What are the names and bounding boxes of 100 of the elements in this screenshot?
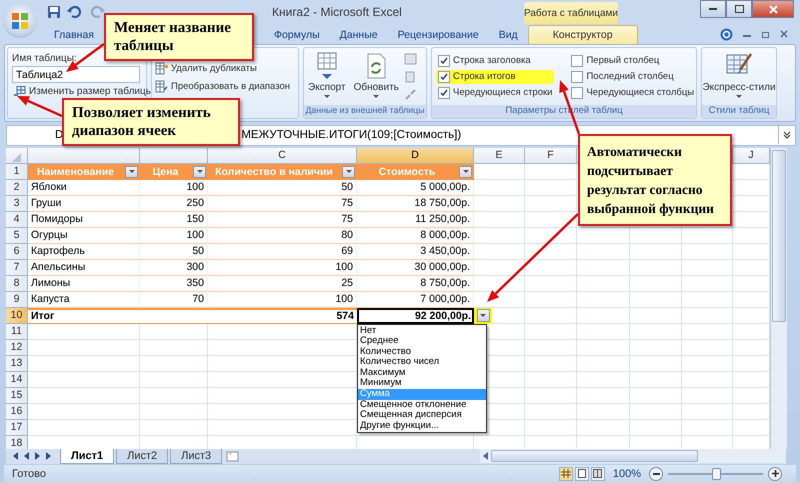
checkbox[interactable] bbox=[438, 70, 450, 82]
page-layout-button[interactable] bbox=[574, 466, 589, 481]
row-header[interactable]: 4 bbox=[6, 212, 28, 228]
row-header[interactable]: 7 bbox=[6, 260, 28, 276]
dropdown-item[interactable]: Другие функции... bbox=[358, 420, 486, 432]
dropdown-button[interactable] bbox=[474, 308, 492, 324]
table-cell: 80 bbox=[208, 228, 357, 244]
checkbox[interactable] bbox=[571, 86, 584, 98]
dropdown-item[interactable]: Количество чисел bbox=[358, 357, 486, 368]
row-header[interactable]: 18 bbox=[6, 436, 28, 448]
checkbox[interactable] bbox=[571, 70, 584, 82]
callout-note: Автоматически подсчитывает результат согласно выбранной функции bbox=[578, 134, 732, 226]
row-header[interactable]: 6 bbox=[6, 244, 28, 260]
restore-icon[interactable] bbox=[761, 30, 770, 38]
dropdown-item[interactable]: Минимум bbox=[358, 378, 486, 390]
row-header[interactable]: 3 bbox=[6, 196, 28, 212]
table-cell: 25 bbox=[208, 276, 357, 292]
table-cell: 11 250,00р. bbox=[357, 212, 474, 228]
zoom-out-button[interactable] bbox=[649, 466, 663, 481]
checkbox[interactable] bbox=[571, 54, 584, 66]
close-icon[interactable] bbox=[780, 30, 788, 38]
column-header[interactable]: E bbox=[474, 148, 525, 162]
column-header[interactable]: F bbox=[525, 148, 577, 162]
table-cell: Помидоры bbox=[28, 212, 140, 228]
help-icon[interactable] bbox=[720, 28, 733, 40]
status-text: Готово bbox=[11, 468, 46, 480]
ribbon-button[interactable]: Обновить bbox=[350, 50, 402, 103]
ribbon-button[interactable]: Преобразовать в диапазон bbox=[153, 80, 292, 93]
dropdown-item[interactable]: Смещенное отклонение bbox=[358, 400, 486, 410]
ribbon-tab[interactable]: Вид bbox=[488, 26, 528, 44]
table-cell: Капуста bbox=[28, 292, 140, 308]
ribbon-tab[interactable]: Рецензирование bbox=[388, 26, 489, 44]
filter-button[interactable] bbox=[193, 166, 206, 178]
table-name-field[interactable]: Таблица2 bbox=[12, 66, 140, 83]
row-header[interactable]: 16 bbox=[6, 404, 28, 420]
row-header[interactable]: 15 bbox=[6, 388, 28, 404]
vertical-scrollbar[interactable] bbox=[770, 148, 787, 448]
table-cell: 75 bbox=[208, 212, 357, 228]
row-header[interactable]: 14 bbox=[6, 372, 28, 388]
row-header[interactable]: 5 bbox=[6, 228, 28, 244]
table-cell[interactable]: 92 200,00р. bbox=[357, 308, 474, 324]
field-label: Имя таблицы: bbox=[12, 53, 78, 64]
row-header[interactable]: 10 bbox=[6, 308, 28, 324]
row-header[interactable]: 12 bbox=[6, 340, 28, 356]
dropdown-item[interactable]: Среднее bbox=[358, 336, 486, 347]
filter-button[interactable] bbox=[125, 166, 138, 178]
column-header[interactable]: D bbox=[357, 148, 474, 162]
row-header[interactable]: 17 bbox=[6, 420, 28, 436]
row-header[interactable]: 9 bbox=[6, 292, 28, 308]
filter-button[interactable] bbox=[459, 166, 472, 178]
new-sheet-icon[interactable] bbox=[224, 450, 240, 462]
ribbon-tab[interactable]: Конструктор bbox=[528, 25, 638, 44]
callout-note: Позволяет изменить диапазон ячеек bbox=[62, 98, 240, 146]
zoom-in-button[interactable] bbox=[768, 466, 782, 481]
table-header: Стоимость bbox=[378, 166, 436, 178]
callout-note: Меняет название таблицы bbox=[104, 13, 254, 61]
maximize-button[interactable] bbox=[726, 0, 752, 18]
normal-view-button[interactable] bbox=[558, 466, 573, 481]
office-button[interactable] bbox=[3, 4, 37, 38]
checkbox-label: Чередующиеся строки bbox=[453, 87, 552, 98]
ribbon-tab[interactable]: Главная bbox=[44, 26, 104, 44]
dropdown-item[interactable]: Максимум bbox=[358, 368, 486, 378]
dropdown-item[interactable]: Нет bbox=[358, 326, 486, 336]
checkbox[interactable] bbox=[438, 86, 450, 98]
ribbon-button[interactable]: Удалить дубликаты bbox=[153, 62, 292, 75]
row-header[interactable]: 1 bbox=[6, 164, 28, 180]
contextual-tab-group: Работа с таблицами bbox=[524, 2, 618, 24]
quick-styles-button[interactable]: Экспресс-стили bbox=[699, 50, 779, 103]
group-label: Данные из внешней таблицы bbox=[304, 105, 426, 118]
sheet-tab[interactable]: Лист2 bbox=[116, 448, 168, 464]
page-break-button[interactable] bbox=[590, 466, 605, 481]
save-icon[interactable] bbox=[47, 5, 61, 19]
scroll-left-icon[interactable] bbox=[483, 452, 488, 460]
sheet-tab[interactable]: Лист1 bbox=[60, 448, 114, 464]
table-cell: Картофель bbox=[28, 244, 140, 260]
table-cell: 574 bbox=[208, 308, 357, 324]
minimize-button[interactable] bbox=[700, 0, 726, 18]
row-header[interactable]: 11 bbox=[6, 324, 28, 340]
redo-icon[interactable] bbox=[89, 5, 105, 19]
table-cell: 8 000,00р. bbox=[357, 228, 474, 244]
group-label: Стили таблиц bbox=[702, 105, 776, 118]
checkbox[interactable] bbox=[438, 54, 450, 66]
ribbon-tab[interactable]: Данные bbox=[330, 26, 388, 44]
close-button[interactable] bbox=[752, 0, 794, 18]
dropdown-item[interactable]: Количество bbox=[358, 346, 486, 358]
row-header[interactable]: 8 bbox=[6, 276, 28, 292]
sheet-tab[interactable]: Лист3 bbox=[170, 448, 222, 464]
ribbon-button[interactable]: Экспорт bbox=[305, 50, 349, 103]
zoom-slider-thumb[interactable] bbox=[712, 468, 720, 480]
row-header[interactable]: 2 bbox=[6, 180, 28, 196]
row-header[interactable]: 13 bbox=[6, 356, 28, 372]
horizontal-scrollbar[interactable] bbox=[480, 449, 786, 463]
dropdown-item[interactable]: Смещенная дисперсия bbox=[358, 410, 486, 421]
undo-icon[interactable] bbox=[67, 5, 83, 19]
zoom-level-text[interactable]: 100% bbox=[612, 468, 641, 480]
filter-button[interactable] bbox=[342, 166, 355, 178]
table-cell: 75 bbox=[208, 196, 357, 212]
maximize-icon bbox=[734, 5, 744, 13]
table-cell: 100 bbox=[208, 292, 357, 308]
ribbon-tab[interactable]: Формулы bbox=[264, 26, 330, 44]
